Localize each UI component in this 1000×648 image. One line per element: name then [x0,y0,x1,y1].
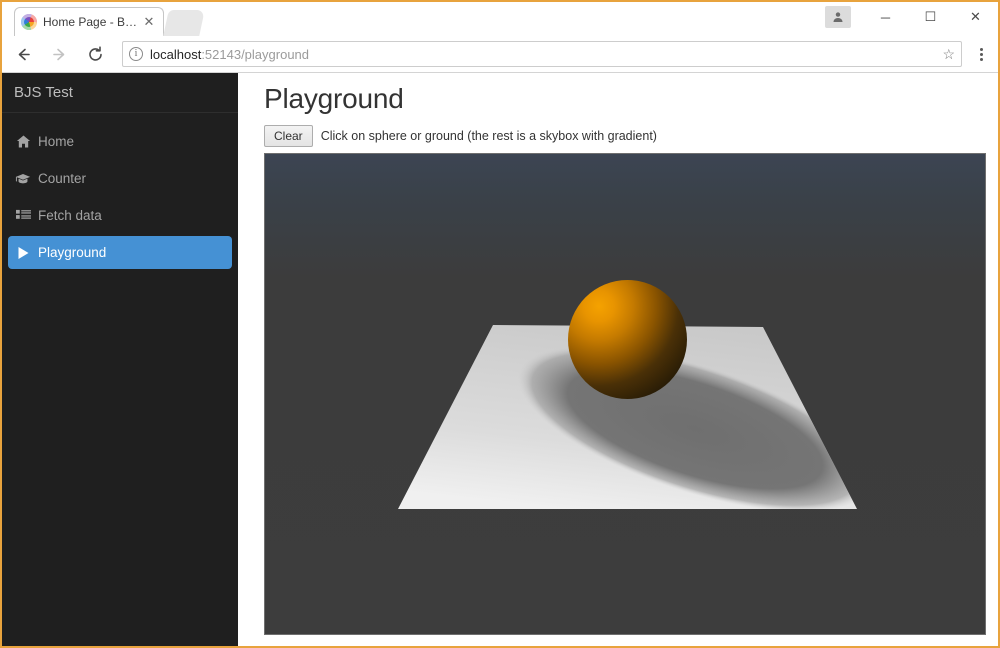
play-icon [8,246,38,260]
main-content: Playground Clear Click on sphere or grou… [238,73,998,646]
sidebar-nav: Home Counter Fetch data Playground [2,113,238,269]
list-icon [8,209,38,223]
close-icon[interactable]: ✕ [141,14,157,30]
browser-tab[interactable]: Home Page - BJS Test ✕ [14,7,164,36]
sidebar-item-counter[interactable]: Counter [8,162,232,195]
sphere[interactable] [568,280,687,399]
forward-arrow-icon [44,39,74,69]
controls-row: Clear Click on sphere or ground (the res… [264,125,984,147]
reload-icon[interactable] [80,39,110,69]
page-title: Playground [264,83,404,114]
maximize-button[interactable]: ☐ [908,2,953,32]
sidebar-item-label: Fetch data [38,208,102,223]
browser-toolbar: i localhost:52143/playground ☆ [2,36,998,73]
three-dot-menu-icon[interactable] [968,39,994,69]
browser-window: Home Page - BJS Test ✕ ─ ☐ ✕ [0,0,1000,648]
page-content: BJS Test Home Counter Fetch data Playgro… [2,73,998,646]
graduation-cap-icon [8,171,38,186]
url-text: localhost:52143/playground [150,47,309,62]
sidebar-item-label: Counter [38,171,87,186]
hint-text: Click on sphere or ground (the rest is a… [320,129,657,143]
sidebar-item-label: Playground [38,245,107,260]
tab-title: Home Page - BJS Test [43,15,141,29]
sidebar-item-label: Home [38,134,75,149]
person-icon[interactable] [825,6,851,28]
tab-strip: Home Page - BJS Test ✕ ─ ☐ ✕ [2,2,998,36]
close-button[interactable]: ✕ [953,2,998,32]
sidebar: BJS Test Home Counter Fetch data Playgro… [2,73,238,646]
sidebar-item-playground[interactable]: Playground [8,236,232,269]
sidebar-item-fetch-data[interactable]: Fetch data [8,199,232,232]
home-icon [8,134,38,149]
back-arrow-icon[interactable] [8,39,38,69]
info-icon[interactable]: i [129,47,143,61]
babylon-canvas[interactable] [264,153,986,635]
babylon-logo-icon [21,14,37,30]
minimize-button[interactable]: ─ [863,2,908,32]
star-icon[interactable]: ☆ [942,46,955,63]
new-tab-icon[interactable] [163,10,205,36]
url-path: :52143/playground [201,46,310,62]
address-bar[interactable]: i localhost:52143/playground ☆ [122,41,962,67]
sidebar-item-home[interactable]: Home [8,125,232,158]
brand-title[interactable]: BJS Test [2,73,238,113]
window-controls: ─ ☐ ✕ [825,2,998,32]
url-host: localhost [150,46,202,62]
clear-button[interactable]: Clear [264,125,313,147]
